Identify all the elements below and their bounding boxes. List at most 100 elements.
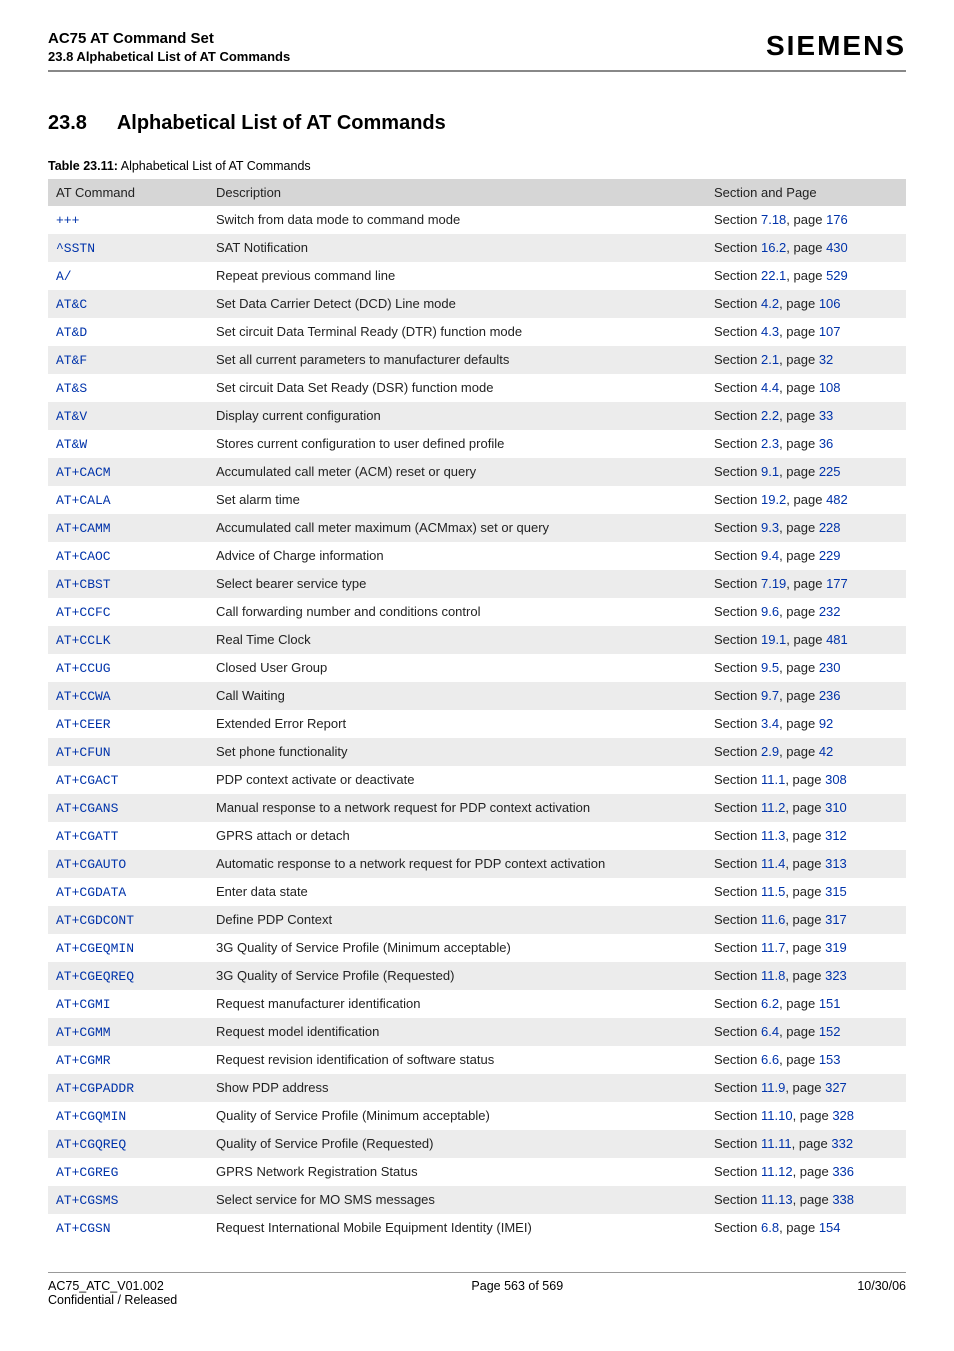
command-link[interactable]: AT&F — [56, 353, 87, 368]
command-link[interactable]: AT+CCWA — [56, 689, 111, 704]
page-link[interactable]: 310 — [825, 800, 847, 815]
command-link[interactable]: AT+CEER — [56, 717, 111, 732]
section-link[interactable]: 11.10 — [761, 1108, 793, 1123]
page-link[interactable]: 153 — [819, 1052, 841, 1067]
section-link[interactable]: 11.8 — [761, 968, 785, 983]
command-link[interactable]: AT&W — [56, 437, 87, 452]
page-link[interactable]: 338 — [832, 1192, 854, 1207]
section-link[interactable]: 2.3 — [761, 436, 779, 451]
command-link[interactable]: AT+CCFC — [56, 605, 111, 620]
section-link[interactable]: 9.5 — [761, 660, 779, 675]
command-link[interactable]: AT+CALA — [56, 493, 111, 508]
section-link[interactable]: 4.4 — [761, 380, 779, 395]
section-link[interactable]: 11.12 — [761, 1164, 793, 1179]
page-link[interactable]: 430 — [826, 240, 848, 255]
command-link[interactable]: AT+CCUG — [56, 661, 111, 676]
section-link[interactable]: 9.4 — [761, 548, 779, 563]
command-link[interactable]: AT+CGQMIN — [56, 1109, 126, 1124]
section-link[interactable]: 7.18 — [761, 212, 786, 227]
page-link[interactable]: 317 — [825, 912, 847, 927]
page-link[interactable]: 327 — [825, 1080, 847, 1095]
section-link[interactable]: 11.7 — [761, 940, 785, 955]
section-link[interactable]: 11.11 — [761, 1136, 792, 1151]
page-link[interactable]: 319 — [825, 940, 847, 955]
command-link[interactable]: AT+CGANS — [56, 801, 118, 816]
page-link[interactable]: 92 — [819, 716, 833, 731]
command-link[interactable]: +++ — [56, 213, 79, 228]
section-link[interactable]: 2.2 — [761, 408, 779, 423]
section-link[interactable]: 22.1 — [761, 268, 786, 283]
page-link[interactable]: 236 — [819, 688, 841, 703]
section-link[interactable]: 4.2 — [761, 296, 779, 311]
page-link[interactable]: 152 — [819, 1024, 841, 1039]
command-link[interactable]: AT+CGMR — [56, 1053, 111, 1068]
section-link[interactable]: 6.8 — [761, 1220, 779, 1235]
page-link[interactable]: 177 — [826, 576, 848, 591]
page-link[interactable]: 323 — [825, 968, 847, 983]
page-link[interactable]: 230 — [819, 660, 841, 675]
page-link[interactable]: 33 — [819, 408, 833, 423]
section-link[interactable]: 2.1 — [761, 352, 779, 367]
command-link[interactable]: AT+CAMM — [56, 521, 111, 536]
page-link[interactable]: 308 — [825, 772, 847, 787]
page-link[interactable]: 328 — [832, 1108, 854, 1123]
section-link[interactable]: 4.3 — [761, 324, 779, 339]
command-link[interactable]: AT+CGMM — [56, 1025, 111, 1040]
page-link[interactable]: 229 — [819, 548, 841, 563]
page-link[interactable]: 336 — [832, 1164, 854, 1179]
command-link[interactable]: AT+CBST — [56, 577, 111, 592]
command-link[interactable]: AT&C — [56, 297, 87, 312]
page-link[interactable]: 176 — [826, 212, 848, 227]
section-link[interactable]: 2.9 — [761, 744, 779, 759]
command-link[interactable]: AT+CFUN — [56, 745, 111, 760]
section-link[interactable]: 7.19 — [761, 576, 786, 591]
page-link[interactable]: 315 — [825, 884, 847, 899]
section-link[interactable]: 9.6 — [761, 604, 779, 619]
page-link[interactable]: 481 — [826, 632, 848, 647]
page-link[interactable]: 228 — [819, 520, 841, 535]
page-link[interactable]: 313 — [825, 856, 847, 871]
command-link[interactable]: AT+CGAUTO — [56, 857, 126, 872]
command-link[interactable]: AT&S — [56, 381, 87, 396]
page-link[interactable]: 106 — [819, 296, 841, 311]
page-link[interactable]: 36 — [819, 436, 833, 451]
command-link[interactable]: AT+CGMI — [56, 997, 111, 1012]
page-link[interactable]: 108 — [819, 380, 841, 395]
section-link[interactable]: 3.4 — [761, 716, 779, 731]
page-link[interactable]: 225 — [819, 464, 841, 479]
section-link[interactable]: 9.1 — [761, 464, 779, 479]
page-link[interactable]: 482 — [826, 492, 848, 507]
command-link[interactable]: AT&D — [56, 325, 87, 340]
page-link[interactable]: 332 — [831, 1136, 853, 1151]
command-link[interactable]: AT+CGACT — [56, 773, 118, 788]
section-link[interactable]: 19.2 — [761, 492, 786, 507]
command-link[interactable]: AT+CACM — [56, 465, 111, 480]
command-link[interactable]: AT+CGPADDR — [56, 1081, 134, 1096]
page-link[interactable]: 107 — [819, 324, 841, 339]
command-link[interactable]: AT+CGQREQ — [56, 1137, 126, 1152]
page-link[interactable]: 232 — [819, 604, 841, 619]
section-link[interactable]: 11.2 — [761, 800, 785, 815]
page-link[interactable]: 151 — [819, 996, 841, 1011]
page-link[interactable]: 312 — [825, 828, 847, 843]
section-link[interactable]: 9.3 — [761, 520, 779, 535]
section-link[interactable]: 6.2 — [761, 996, 779, 1011]
command-link[interactable]: AT+CCLK — [56, 633, 111, 648]
command-link[interactable]: AT+CGDCONT — [56, 913, 134, 928]
section-link[interactable]: 11.4 — [761, 856, 785, 871]
page-link[interactable]: 32 — [819, 352, 833, 367]
section-link[interactable]: 19.1 — [761, 632, 786, 647]
section-link[interactable]: 11.6 — [761, 912, 785, 927]
command-link[interactable]: AT+CGEQMIN — [56, 941, 134, 956]
page-link[interactable]: 42 — [819, 744, 833, 759]
section-link[interactable]: 11.13 — [761, 1192, 793, 1207]
command-link[interactable]: AT+CGDATA — [56, 885, 126, 900]
command-link[interactable]: AT&V — [56, 409, 87, 424]
page-link[interactable]: 154 — [819, 1220, 841, 1235]
command-link[interactable]: AT+CGEQREQ — [56, 969, 134, 984]
section-link[interactable]: 11.5 — [761, 884, 785, 899]
section-link[interactable]: 11.3 — [761, 828, 785, 843]
page-link[interactable]: 529 — [826, 268, 848, 283]
section-link[interactable]: 9.7 — [761, 688, 779, 703]
section-link[interactable]: 11.9 — [761, 1080, 785, 1095]
